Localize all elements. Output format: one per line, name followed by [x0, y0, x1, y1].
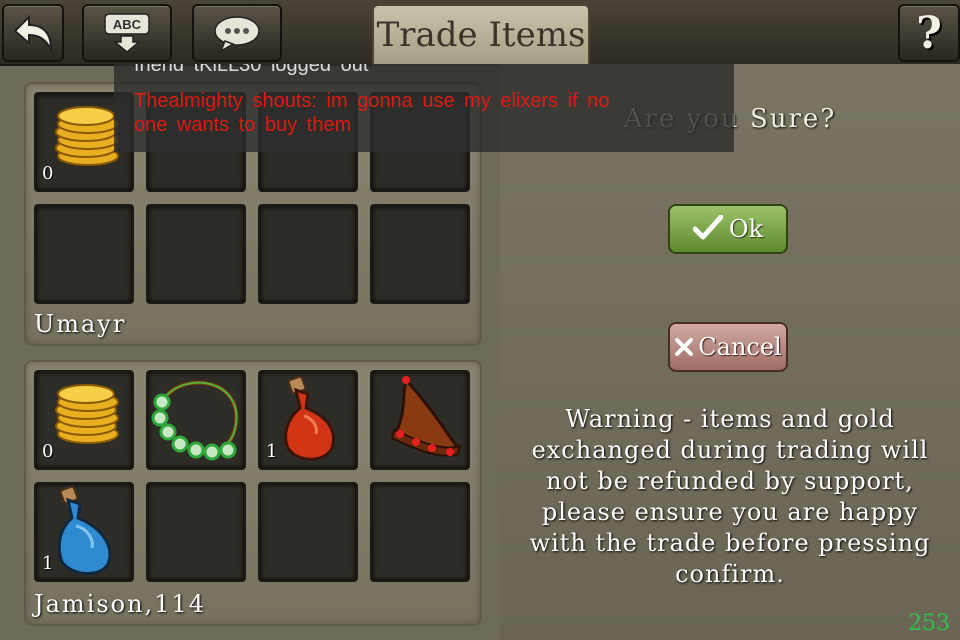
ok-label: Ok: [728, 215, 764, 243]
speech-bubble-icon: [211, 13, 263, 53]
frame-counter: 253: [908, 611, 950, 636]
page-title-tab: Trade Items: [372, 4, 590, 66]
trade-slot-necklace[interactable]: [146, 370, 246, 470]
chat-system-message: friend tKiLL30 logged out: [134, 64, 369, 76]
their-trade-owner-name: Jamison,114: [34, 590, 207, 618]
their-trade-grid: 0 1 1: [34, 370, 470, 582]
help-button[interactable]: ?: [898, 4, 960, 62]
green-necklace-icon: [148, 372, 244, 468]
item-quantity: 0: [42, 163, 54, 184]
keyboard-icon: ABC: [97, 12, 157, 54]
cancel-label: Cancel: [698, 333, 782, 361]
abc-label: ABC: [113, 17, 142, 32]
item-quantity: 1: [266, 441, 278, 462]
item-quantity: 0: [42, 441, 54, 462]
my-trade-owner-name: Umayr: [34, 310, 127, 338]
cancel-button[interactable]: Cancel: [668, 322, 788, 372]
back-arrow-icon: [11, 13, 55, 53]
trade-slot-hat[interactable]: [370, 370, 470, 470]
trade-slot-empty[interactable]: [146, 204, 246, 304]
chat-overlay: friend tKiLL30 logged out Thealmighty sh…: [114, 64, 734, 152]
trade-slot-empty[interactable]: [258, 204, 358, 304]
their-trade-panel: 0 1 1 Jamison,114: [24, 360, 482, 626]
trade-slot-gold[interactable]: 0: [34, 370, 134, 470]
chat-shout-message-continued: one wants to buy them: [134, 114, 352, 136]
trade-slot-empty[interactable]: [146, 482, 246, 582]
ok-button[interactable]: Ok: [668, 204, 788, 254]
top-bar: ABC Trade Items ?: [0, 0, 960, 66]
item-quantity: 1: [42, 553, 54, 574]
chat-button[interactable]: [192, 4, 282, 62]
checkmark-icon: [692, 215, 723, 243]
wizard-hat-icon: [372, 372, 468, 468]
page-title: Trade Items: [376, 15, 586, 55]
chat-shout-message: Thealmighty shouts: im gonna use my elix…: [134, 90, 610, 112]
keyboard-chat-button[interactable]: ABC: [82, 4, 172, 62]
trade-warning-text: Warning - items and gold exchanged durin…: [529, 405, 931, 588]
trade-slot-red-potion[interactable]: 1: [258, 370, 358, 470]
trade-slot-empty[interactable]: [258, 482, 358, 582]
trade-slot-blue-potion[interactable]: 1: [34, 482, 134, 582]
question-mark-icon: ?: [916, 7, 942, 59]
trade-slot-empty[interactable]: [370, 204, 470, 304]
trade-slot-empty[interactable]: [34, 204, 134, 304]
trade-slot-empty[interactable]: [370, 482, 470, 582]
close-icon: [674, 337, 694, 357]
back-button[interactable]: [2, 4, 64, 62]
